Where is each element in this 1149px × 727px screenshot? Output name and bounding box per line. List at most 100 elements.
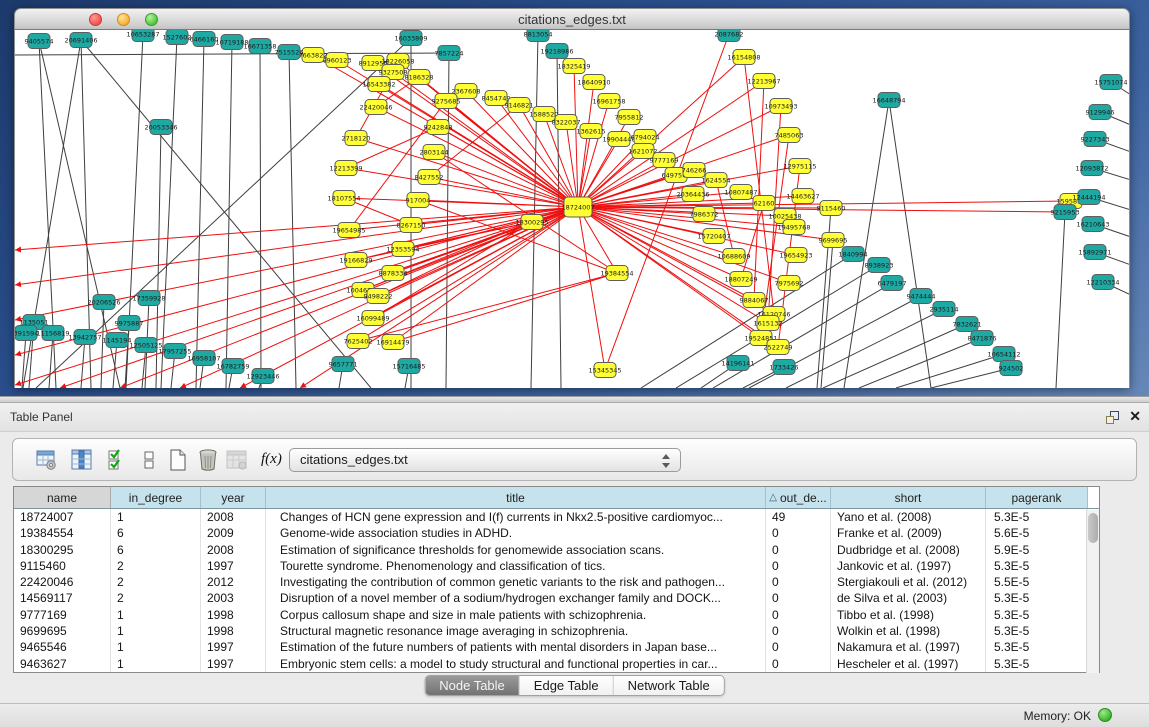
network-node[interactable]: 18107554 [327, 191, 360, 206]
table-cell[interactable]: Dudbridge et al. (2008) [831, 542, 986, 558]
table-cell[interactable]: Genome-wide association studies in ADHD. [266, 525, 766, 541]
network-node[interactable]: 9405574 [25, 34, 54, 49]
table-cell[interactable]: Wolkin et al. (1998) [831, 623, 986, 639]
table-cell[interactable]: 2008 [201, 509, 266, 525]
network-node[interactable]: 9227343 [1081, 132, 1110, 147]
network-node[interactable]: 9657771 [329, 357, 358, 372]
table-cell[interactable]: 5.3E-5 [986, 558, 1088, 574]
panel-splitter[interactable] [0, 396, 1149, 403]
table-cell[interactable]: Investigating the contribution of common… [266, 574, 766, 590]
network-node[interactable]: 8471876 [968, 331, 997, 346]
table-cell[interactable]: 18724007 [14, 509, 111, 525]
network-node[interactable]: 391594 [15, 326, 38, 341]
table-cell[interactable]: Jankovic et al. (1997) [831, 558, 986, 574]
table-cell[interactable]: Changes of HCN gene expression and I(f) … [266, 509, 766, 525]
table-row[interactable]: 946362711997Embryonic stem cells: a mode… [14, 656, 1099, 672]
table-cell[interactable]: 5.3E-5 [986, 509, 1088, 525]
table-cell[interactable]: 49 [766, 509, 831, 525]
network-node[interactable]: 12923446 [246, 369, 279, 384]
network-node[interactable]: 9474444 [907, 289, 936, 304]
table-cell[interactable]: 2003 [201, 590, 266, 606]
network-node[interactable]: 9498222 [364, 289, 393, 304]
network-node[interactable]: 9242848 [424, 120, 453, 135]
network-node[interactable]: 12975115 [783, 159, 816, 174]
vertical-scrollbar[interactable] [1086, 510, 1099, 673]
table-cell[interactable]: 0 [766, 574, 831, 590]
network-node[interactable]: 20364436 [676, 187, 709, 202]
row-checks-icon[interactable] [105, 448, 129, 472]
table-cell[interactable]: 9115460 [14, 558, 111, 574]
table-cell[interactable]: 2012 [201, 574, 266, 590]
table-cell[interactable]: 0 [766, 639, 831, 655]
table-cell[interactable]: 0 [766, 623, 831, 639]
row-pair-icon[interactable] [137, 448, 161, 472]
network-node[interactable]: 8878334 [379, 266, 408, 281]
network-node[interactable]: 18325419 [557, 59, 590, 74]
new-table-icon[interactable] [166, 448, 190, 472]
network-node[interactable]: 7975692 [775, 276, 804, 291]
table-cell[interactable]: Embryonic stem cells: a model to study s… [266, 656, 766, 672]
network-view-window[interactable]: citations_edges.txt 18724007183002958960… [14, 8, 1130, 388]
network-node[interactable]: 8427552 [415, 170, 444, 185]
network-node[interactable]: 15720407 [697, 229, 730, 244]
table-cell[interactable]: 6 [111, 525, 201, 541]
table-cell[interactable]: 2 [111, 574, 201, 590]
column-header-name[interactable]: name [14, 487, 111, 508]
table-cell[interactable]: Estimation of significance thresholds fo… [266, 542, 766, 558]
network-node[interactable]: 6794024 [631, 130, 660, 145]
float-panel-icon[interactable] [1106, 411, 1119, 424]
table-cell[interactable]: 1997 [201, 639, 266, 655]
network-node[interactable]: 16210643 [1076, 217, 1109, 232]
table-cell[interactable]: Nakamura et al. (1997) [831, 639, 986, 655]
table-cell[interactable]: de Silva et al. (2003) [831, 590, 986, 606]
table-cell[interactable]: 0 [766, 590, 831, 606]
network-node[interactable]: 15892971 [1078, 245, 1111, 260]
table-cell[interactable]: Tibbo et al. (1998) [831, 607, 986, 623]
network-node[interactable]: 7955812 [615, 110, 644, 125]
network-node[interactable]: 15345345 [588, 363, 621, 378]
table-cell[interactable]: 2008 [201, 542, 266, 558]
network-node[interactable]: 15751074 [1094, 75, 1127, 90]
network-node[interactable]: 1615132 [754, 316, 783, 331]
network-node[interactable]: 12353594 [386, 242, 419, 257]
network-node[interactable]: 7515526 [275, 45, 304, 60]
table-cell[interactable]: 0 [766, 656, 831, 672]
table-cell[interactable]: 2 [111, 590, 201, 606]
table-settings-icon[interactable] [35, 448, 59, 472]
network-node[interactable]: 1145194 [103, 333, 132, 348]
network-node[interactable]: 18640910 [577, 75, 610, 90]
network-node[interactable]: 7857224 [435, 46, 464, 61]
table-cell[interactable]: 1998 [201, 623, 266, 639]
table-cell[interactable]: 5.9E-5 [986, 542, 1088, 558]
close-panel-icon[interactable]: ✕ [1129, 408, 1141, 424]
table-cell[interactable]: 6 [111, 542, 201, 558]
table-cell[interactable]: 0 [766, 542, 831, 558]
network-node[interactable]: 19654985 [332, 223, 365, 238]
network-node[interactable]: 924502 [999, 361, 1024, 376]
import-table-icon[interactable] [225, 448, 249, 472]
table-cell[interactable]: 1 [111, 607, 201, 623]
table-cell[interactable]: Franke et al. (2009) [831, 525, 986, 541]
table-cell[interactable]: Structural magnetic resonance image aver… [266, 623, 766, 639]
table-cell[interactable]: 5.3E-5 [986, 607, 1088, 623]
network-node[interactable]: 1362615 [577, 124, 606, 139]
tab-edge-table[interactable]: Edge Table [520, 676, 614, 695]
network-node[interactable]: 1733426 [770, 360, 799, 375]
table-cell[interactable]: 19384554 [14, 525, 111, 541]
network-node[interactable]: 15716485 [392, 359, 425, 374]
table-cell[interactable]: 1 [111, 639, 201, 655]
network-node[interactable]: 19654923 [779, 248, 812, 263]
network-node[interactable]: 12093872 [1075, 161, 1108, 176]
network-node[interactable]: 10688609 [717, 249, 750, 264]
table-cell[interactable]: Yano et al. (2008) [831, 509, 986, 525]
tab-network-table[interactable]: Network Table [614, 676, 724, 695]
select-column-icon[interactable] [70, 448, 94, 472]
network-node[interactable]: 917004 [406, 193, 431, 208]
network-node[interactable]: 8813054 [524, 30, 553, 42]
table-cell[interactable]: Stergiakouli et al. (2012) [831, 574, 986, 590]
table-cell[interactable]: 14569117 [14, 590, 111, 606]
network-node[interactable]: 16961758 [592, 94, 625, 109]
table-row[interactable]: 1938455462009Genome-wide association stu… [14, 525, 1099, 541]
table-cell[interactable]: 5.6E-5 [986, 525, 1088, 541]
table-cell[interactable]: 22420046 [14, 574, 111, 590]
